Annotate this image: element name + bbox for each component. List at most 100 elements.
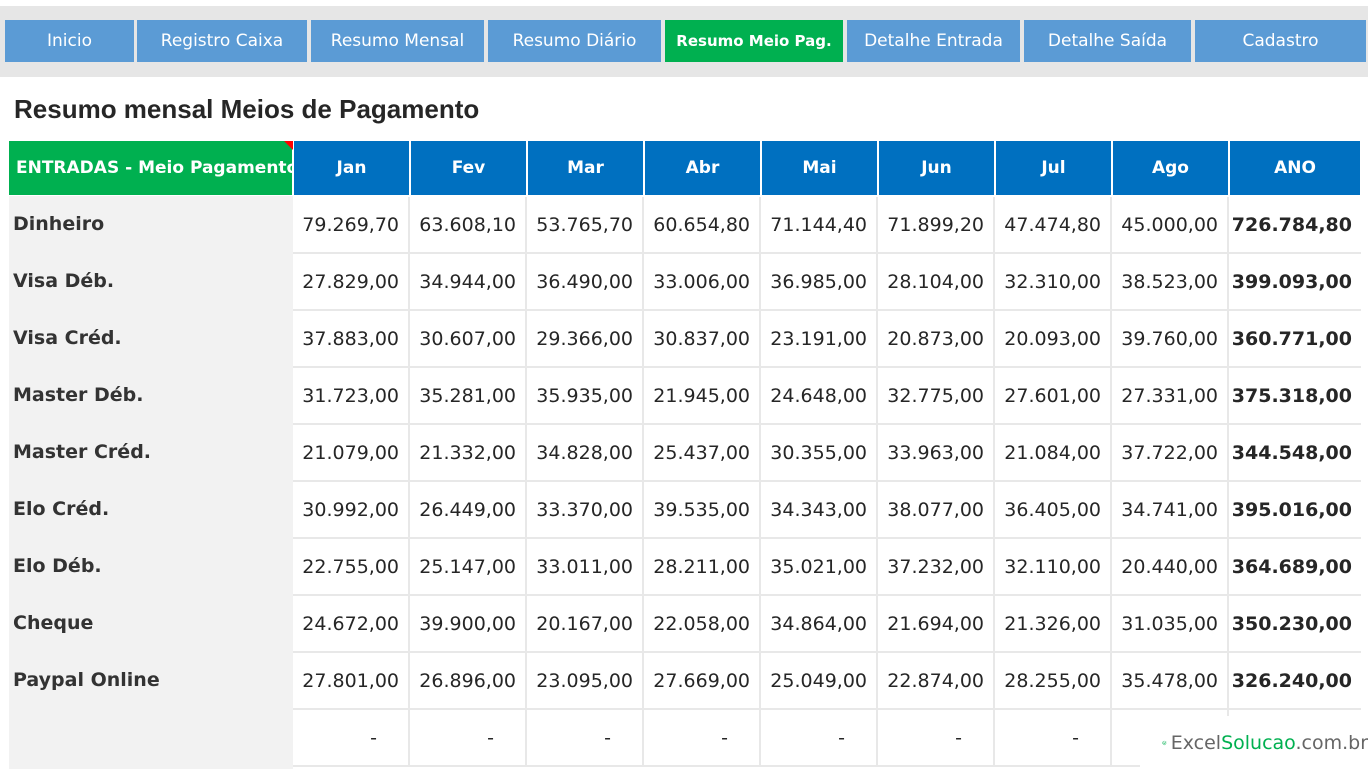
check-shield-icon xyxy=(1162,740,1167,745)
empty-dash: - xyxy=(370,726,377,749)
table-cell: 21.084,00 xyxy=(995,425,1112,482)
empty-dash: - xyxy=(838,726,845,749)
table-cell: 36.985,00 xyxy=(761,254,878,311)
table-cell: 34.828,00 xyxy=(527,425,644,482)
table-cell: 35.021,00 xyxy=(761,539,878,596)
table-cell: 79.269,70 xyxy=(293,197,410,254)
nav-tab-0[interactable]: Inicio xyxy=(5,20,134,62)
table-cell: 38.077,00 xyxy=(878,482,995,539)
table-cell: 27.801,00 xyxy=(293,653,410,710)
row-total-cell: 326.240,00 xyxy=(1229,653,1361,710)
table-cell: 23.191,00 xyxy=(761,311,878,368)
empty-dash: - xyxy=(955,726,962,749)
table-cell: 53.765,70 xyxy=(527,197,644,254)
table-cell: 35.478,00 xyxy=(1112,653,1229,710)
row-label: Paypal Online xyxy=(13,669,160,691)
table-cell: 37.722,00 xyxy=(1112,425,1229,482)
table-cell: 39.760,00 xyxy=(1112,311,1229,368)
table-cell: 39.535,00 xyxy=(644,482,761,539)
row-label: Dinheiro xyxy=(13,213,105,235)
table-cell: - xyxy=(644,710,761,767)
empty-dash: - xyxy=(487,726,494,749)
table-cell: 33.006,00 xyxy=(644,254,761,311)
table-cell: 71.899,20 xyxy=(878,197,995,254)
table-cell: 34.944,00 xyxy=(410,254,527,311)
table-cell: 36.490,00 xyxy=(527,254,644,311)
table-cell: 33.963,00 xyxy=(878,425,995,482)
table-cell: 28.255,00 xyxy=(995,653,1112,710)
row-label: Elo Déb. xyxy=(13,555,102,577)
table-cell: - xyxy=(761,710,878,767)
empty-dash: - xyxy=(721,726,728,749)
nav-tab-7[interactable]: Cadastro xyxy=(1195,20,1366,62)
table-cell: 21.326,00 xyxy=(995,596,1112,653)
table-cell: 33.011,00 xyxy=(527,539,644,596)
table-cell: 24.672,00 xyxy=(293,596,410,653)
page-title: Resumo mensal Meios de Pagamento xyxy=(14,94,480,124)
table-cell: 27.829,00 xyxy=(293,254,410,311)
table-cell: 35.935,00 xyxy=(527,368,644,425)
corner-header: ENTRADAS - Meio Pagamento xyxy=(9,141,298,195)
table-cell: 38.523,00 xyxy=(1112,254,1229,311)
row-total-cell: 344.548,00 xyxy=(1229,425,1361,482)
table-cell: 24.648,00 xyxy=(761,368,878,425)
table-cell: 20.167,00 xyxy=(527,596,644,653)
table-cell: 26.896,00 xyxy=(410,653,527,710)
nav-tab-4[interactable]: Resumo Meio Pag. xyxy=(665,20,843,62)
table-cell: 34.864,00 xyxy=(761,596,878,653)
row-label: Elo Créd. xyxy=(13,498,110,520)
nav-tab-1[interactable]: Registro Caixa xyxy=(137,20,307,62)
column-header-4: Mai xyxy=(762,141,877,195)
logo-text: ExcelSolucao.com.br xyxy=(1171,732,1368,754)
table-cell: 32.775,00 xyxy=(878,368,995,425)
row-total-cell: 375.318,00 xyxy=(1229,368,1361,425)
table-cell: 22.058,00 xyxy=(644,596,761,653)
table-cell: 45.000,00 xyxy=(1112,197,1229,254)
logo-highlight: Solucao xyxy=(1221,731,1296,754)
column-header-5: Jun xyxy=(879,141,994,195)
nav-tab-3[interactable]: Resumo Diário xyxy=(488,20,661,62)
table-cell: 25.147,00 xyxy=(410,539,527,596)
table-cell: 28.104,00 xyxy=(878,254,995,311)
table-cell: 20.440,00 xyxy=(1112,539,1229,596)
table-cell: 22.755,00 xyxy=(293,539,410,596)
table-cell: 25.437,00 xyxy=(644,425,761,482)
row-label: Visa Déb. xyxy=(13,270,115,292)
table-cell: 37.883,00 xyxy=(293,311,410,368)
row-total-cell: 726.784,80 xyxy=(1229,197,1361,254)
table-cell: 60.654,80 xyxy=(644,197,761,254)
table-cell: 63.608,10 xyxy=(410,197,527,254)
table-cell: 39.900,00 xyxy=(410,596,527,653)
nav-tab-2[interactable]: Resumo Mensal xyxy=(311,20,484,62)
table-cell: 32.110,00 xyxy=(995,539,1112,596)
nav-tab-6[interactable]: Detalhe Saída xyxy=(1024,20,1191,62)
table-cell: 27.669,00 xyxy=(644,653,761,710)
table-cell: 71.144,40 xyxy=(761,197,878,254)
column-header-3: Abr xyxy=(645,141,760,195)
column-header-6: Jul xyxy=(996,141,1111,195)
table-cell: 21.332,00 xyxy=(410,425,527,482)
table-cell: 21.945,00 xyxy=(644,368,761,425)
logo-prefix: Excel xyxy=(1170,731,1222,754)
table-cell: 34.741,00 xyxy=(1112,482,1229,539)
table-cell: 25.049,00 xyxy=(761,653,878,710)
table-cell: 47.474,80 xyxy=(995,197,1112,254)
table-cell: 37.232,00 xyxy=(878,539,995,596)
nav-tab-5[interactable]: Detalhe Entrada xyxy=(847,20,1020,62)
column-header-2: Mar xyxy=(528,141,643,195)
table-cell: 34.343,00 xyxy=(761,482,878,539)
table-cell: 35.281,00 xyxy=(410,368,527,425)
table-cell: 26.449,00 xyxy=(410,482,527,539)
row-total-cell: 360.771,00 xyxy=(1229,311,1361,368)
excelsolucao-logo: ExcelSolucao.com.br xyxy=(1140,716,1368,769)
table-cell: 31.723,00 xyxy=(293,368,410,425)
table-cell: 27.331,00 xyxy=(1112,368,1229,425)
column-header-8: ANO xyxy=(1230,141,1360,195)
table-cell: 20.093,00 xyxy=(995,311,1112,368)
column-header-0: Jan xyxy=(294,141,409,195)
row-label: Master Déb. xyxy=(13,384,144,406)
row-total-cell: 364.689,00 xyxy=(1229,539,1361,596)
table-cell: 29.366,00 xyxy=(527,311,644,368)
empty-dash: - xyxy=(604,726,611,749)
table-cell: - xyxy=(293,710,410,767)
